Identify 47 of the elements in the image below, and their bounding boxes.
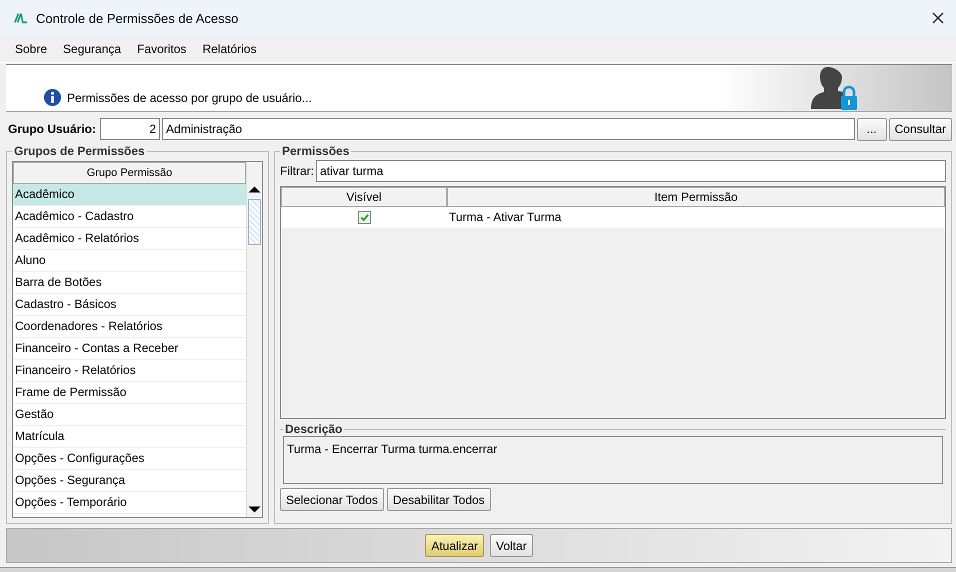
visible-checkbox[interactable] [358,211,370,224]
default-button[interactable]: Atualizar [425,534,484,557]
column-header[interactable]: Visível [281,187,447,207]
action-button[interactable]: Desabilitar Todos [386,488,491,511]
scrollbar[interactable] [246,162,262,517]
footer-button[interactable]: Voltar [490,534,533,557]
group-item[interactable]: Opções - Configurações [13,448,246,470]
filter-field[interactable]: ativar turma [316,160,946,182]
group-item[interactable]: Opções - Segurança [13,470,246,492]
menu-item[interactable]: Sobre [15,42,48,56]
group-name-field[interactable]: Administração [162,118,855,140]
column-header[interactable]: Grupo Permissão [13,162,246,184]
menu-item[interactable]: Favoritos [137,42,186,56]
action-button[interactable]: Selecionar Todos [280,488,384,511]
close-icon[interactable] [932,12,944,24]
info-icon [43,88,62,107]
panel-title: Permissões [281,144,350,158]
app-logo-icon [14,12,28,24]
group-item[interactable]: Coordenadores - Relatórios [13,316,246,338]
column-header[interactable]: Item Permissão [447,187,945,207]
group-item[interactable]: Acadêmico - Relatórios [13,228,246,250]
menu-item[interactable]: Segurança [63,42,122,56]
header-message: Permissões de acesso por grupo de usuário... [67,90,312,104]
table-cell-text: Turma - Ativar Turma [448,209,562,226]
group-item[interactable]: Financeiro - Relatórios [13,360,246,382]
filter-label: Filtrar: [280,164,314,178]
group-item[interactable]: Gestão [13,404,246,426]
description-text: Turma - Encerrar Turma turma.encerrar [283,436,943,484]
search-button[interactable]: Consultar [888,118,952,140]
group-item[interactable]: Frame de Permissão [13,382,246,404]
browse-button[interactable]: ... [856,118,887,140]
group-item[interactable]: Cadastro - Básicos [13,294,246,316]
panel-title: Grupos de Permissões [13,144,146,158]
group-label: Grupo Usuário: [8,122,96,136]
group-item[interactable]: Opções - Temporário [13,492,246,514]
description-title: Descrição [284,422,344,436]
group-item[interactable]: Matrícula [13,426,246,448]
group-item[interactable]: Financeiro - Contas a Receber [13,338,246,360]
user-lock-icon [810,65,860,111]
menu-item[interactable]: Relatórios [202,42,256,56]
scroll-thumb[interactable] [248,199,261,245]
group-item[interactable]: Barra de Botões [13,272,246,294]
window-title: Controle de Permissões de Acesso [36,10,240,26]
group-item[interactable]: Acadêmico [13,184,246,206]
group-code-field[interactable]: 2 [100,118,160,140]
group-item[interactable]: Aluno [13,250,246,272]
group-item[interactable]: Acadêmico - Cadastro [13,206,246,228]
